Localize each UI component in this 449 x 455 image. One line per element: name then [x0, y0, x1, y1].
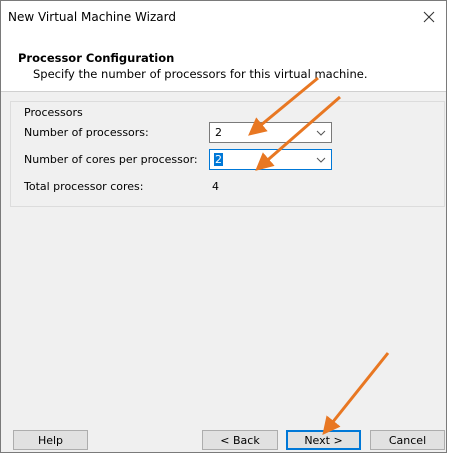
chevron-down-icon — [316, 157, 326, 163]
back-button[interactable]: < Back — [202, 430, 278, 450]
cancel-button[interactable]: Cancel — [370, 430, 445, 450]
processors-group-label: Processors — [24, 106, 83, 119]
cores-per-processor-label: Number of cores per processor: — [24, 153, 198, 166]
cores-per-processor-select[interactable]: 2 — [209, 149, 332, 170]
title-bar: New Virtual Machine Wizard — [1, 1, 446, 34]
page-subtitle: Specify the number of processors for thi… — [33, 67, 368, 81]
cores-per-processor-value: 2 — [214, 153, 223, 166]
page-title: Processor Configuration — [18, 51, 175, 65]
num-processors-value: 2 — [215, 126, 222, 139]
total-cores-value: 4 — [212, 180, 219, 193]
wizard-header: Processor Configuration Specify the numb… — [1, 34, 446, 92]
num-processors-label: Number of processors: — [24, 126, 149, 139]
help-button[interactable]: Help — [13, 430, 88, 450]
window-title: New Virtual Machine Wizard — [8, 10, 176, 24]
total-cores-label: Total processor cores: — [24, 180, 144, 193]
next-button[interactable]: Next > — [286, 430, 361, 450]
close-icon — [423, 11, 435, 23]
wizard-window: New Virtual Machine Wizard Processor Con… — [0, 0, 447, 453]
close-button[interactable] — [418, 6, 440, 28]
chevron-down-icon — [316, 130, 326, 136]
num-processors-select[interactable]: 2 — [209, 122, 332, 143]
